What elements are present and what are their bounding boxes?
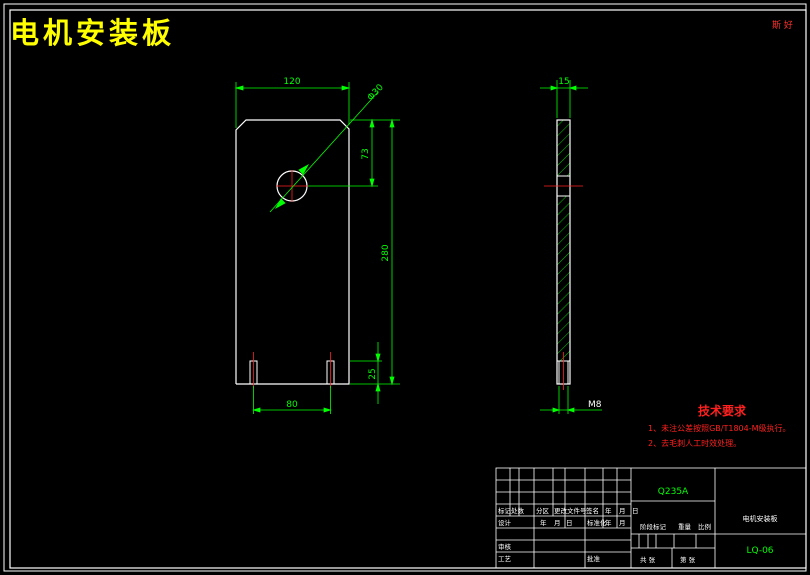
th-mark: 标记	[498, 506, 512, 515]
dim-slot-height-label: 25	[368, 368, 378, 379]
th-sign: 签名	[586, 506, 599, 515]
weight-label: 重量	[678, 523, 692, 531]
part-name-label: 电机安装板	[743, 514, 778, 523]
dim-width-top	[234, 82, 351, 128]
design-label: 设计	[498, 518, 512, 527]
dim-hole-offset-label: 73	[361, 148, 371, 159]
title-block-row-headers: 标记 处数 分区 更改文件号 签名 年 月 日 设计 年 月 日 标准化 年 月…	[498, 506, 711, 564]
design-ym-m: 月	[554, 519, 561, 527]
outer-frame	[3, 3, 807, 572]
dim-slot-spacing-label: 80	[286, 400, 298, 410]
th-day: 日	[632, 507, 639, 515]
plate-outline	[235, 119, 350, 385]
tech-requirements-title: 技术要求	[698, 404, 747, 418]
dim-thread-label: M8	[588, 400, 602, 410]
scale-label: 比例	[698, 522, 711, 531]
inner-frame	[9, 9, 807, 569]
design-ym-d: 日	[566, 519, 573, 527]
th-change: 更改文件号	[554, 506, 587, 515]
drawing-number-label: LQ-06	[746, 546, 773, 556]
review-label: 审核	[498, 542, 512, 551]
dim-height-label: 280	[381, 244, 391, 261]
sheet-no-label: 第 张	[680, 555, 696, 564]
th-year: 年	[605, 506, 612, 515]
dim-hole-diameter-label: Φ30	[366, 82, 386, 103]
front-view: 120 Φ30 73 280 25 80	[234, 77, 400, 414]
approve-label: 批准	[587, 554, 601, 563]
std-m: 月	[619, 519, 626, 527]
th-month: 月	[619, 507, 626, 515]
th-zone: 分区	[536, 506, 550, 515]
dim-thickness-label: 15	[558, 77, 569, 87]
side-view: 15 M8	[540, 77, 602, 414]
tech-requirement-1: 1、未注公差按照GB/T1804-M级执行。	[648, 424, 791, 433]
stage-mark-label: 阶段标记	[640, 522, 667, 531]
material-label: Q235A	[658, 487, 689, 497]
sheets-label: 共 张	[640, 555, 656, 564]
standardize-label: 标准化	[587, 518, 607, 527]
design-ym-y: 年	[540, 518, 547, 527]
cad-canvas: 120 Φ30 73 280 25 80 15 M8 Q235A 电机安装板 L…	[3, 3, 807, 572]
process-label: 工艺	[498, 555, 512, 563]
tech-requirement-2: 2、去毛刺人工时效处理。	[648, 439, 742, 448]
dim-width-top-label: 120	[283, 77, 300, 87]
th-count: 处数	[511, 506, 525, 515]
std-y: 年	[605, 518, 612, 527]
